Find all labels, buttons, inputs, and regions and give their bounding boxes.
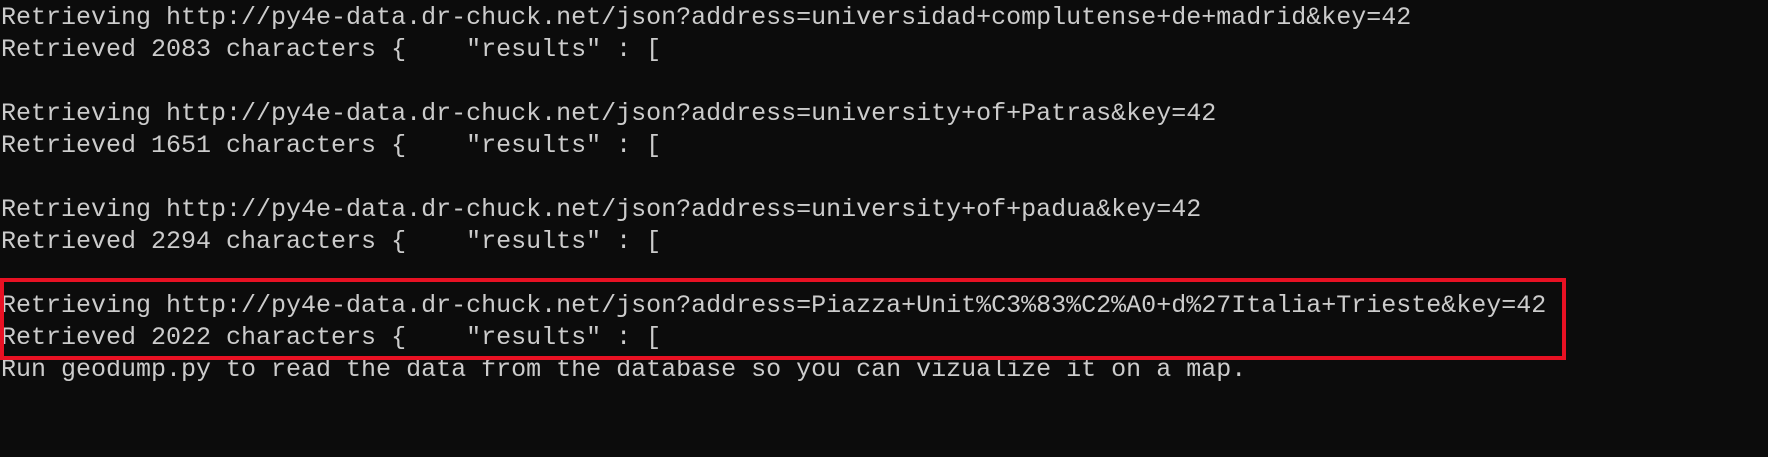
output-line-instruction: Run geodump.py to read the data from the… bbox=[1, 355, 1247, 384]
output-line-blank bbox=[1, 258, 1546, 290]
output-line-blank bbox=[1, 66, 1546, 98]
output-line-retrieved: Retrieved 2294 characters { "results" : … bbox=[1, 227, 662, 256]
output-line-retrieving-highlighted: Retrieving http://py4e-data.dr-chuck.net… bbox=[1, 291, 1547, 320]
output-line-retrieved: Retrieved 2083 characters { "results" : … bbox=[1, 35, 662, 64]
output-line-retrieved: Retrieved 1651 characters { "results" : … bbox=[1, 131, 662, 160]
output-line-retrieving: Retrieving http://py4e-data.dr-chuck.net… bbox=[1, 195, 1202, 224]
output-line-retrieving: Retrieving http://py4e-data.dr-chuck.net… bbox=[1, 3, 1412, 32]
output-line-retrieved-highlighted: Retrieved 2022 characters { "results" : … bbox=[1, 323, 662, 352]
output-line-retrieving: Retrieving http://py4e-data.dr-chuck.net… bbox=[1, 99, 1217, 128]
output-line-blank bbox=[1, 162, 1546, 194]
terminal-output: Retrieving http://py4e-data.dr-chuck.net… bbox=[1, 2, 1546, 386]
